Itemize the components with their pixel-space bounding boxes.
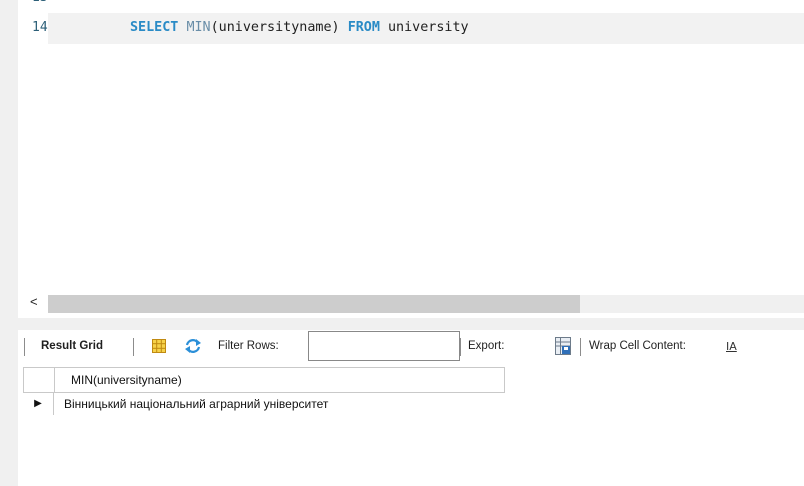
column-header-min-universityname[interactable]: MIN(universityname) [55,368,504,392]
grid-header-row: MIN(universityname) [23,367,505,393]
scroll-track[interactable] [580,295,804,313]
grid-layout-icon[interactable] [152,339,166,353]
scroll-left-arrow[interactable]: < [30,294,38,309]
refresh-icon[interactable] [184,338,202,354]
toolbar-separator [580,338,581,356]
table-row[interactable]: ▶ Вінницький національний аграрний уніве… [23,393,505,415]
result-toolbar: Result Grid Filter Rows: Export: Wrap Ce… [18,330,804,364]
filter-rows-input[interactable] [308,331,460,361]
result-grid-tab[interactable]: Result Grid [41,340,103,352]
toolbar-separator [133,338,134,356]
panel-divider [18,318,804,330]
toolbar-separator [460,338,461,356]
editor-gutter [0,0,18,486]
function-min: MIN [186,20,211,35]
table-name: university [388,20,469,35]
current-row-marker-icon: ▶ [23,393,54,415]
wrap-cell-label: Wrap Cell Content: [589,340,686,352]
export-icon[interactable] [555,337,571,355]
grid-empty-area [18,422,804,486]
toolbar-separator [24,338,25,356]
scroll-thumb[interactable] [48,295,580,313]
export-label: Export: [468,340,505,352]
line-number-prev: 13 [32,0,48,5]
sql-code-line[interactable]: SELECT MIN(universityname) FROM universi… [130,20,469,35]
grid-corner-cell[interactable] [24,368,55,392]
result-grid: MIN(universityname) ▶ Вінницький націона… [23,367,505,415]
function-arg: (universityname) [210,20,340,35]
keyword-from: FROM [347,20,380,35]
horizontal-scrollbar[interactable]: < [18,290,804,318]
table-cell[interactable]: Вінницький національний аграрний універс… [54,397,328,411]
wrap-cell-icon[interactable]: IA [726,340,737,353]
filter-rows-label: Filter Rows: [218,340,279,352]
line-number: 14 [32,20,48,35]
keyword-select: SELECT [130,20,179,35]
